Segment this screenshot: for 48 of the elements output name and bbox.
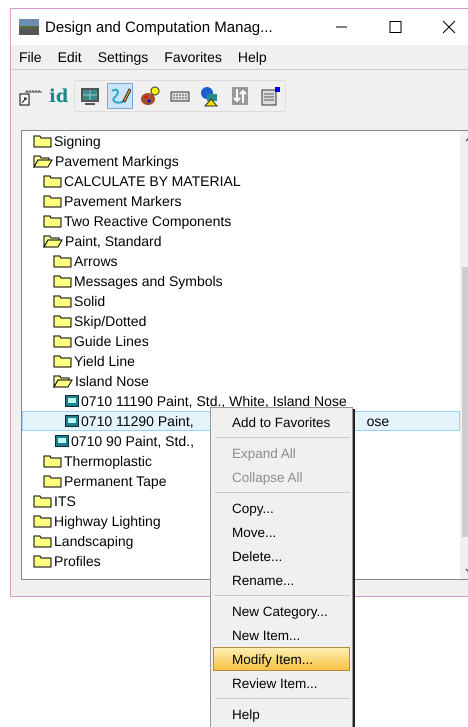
context-menu-item[interactable]: Rename... bbox=[213, 568, 350, 592]
context-menu-item[interactable]: Add to Favorites bbox=[213, 410, 350, 434]
context-menu-item[interactable]: Help bbox=[213, 702, 350, 726]
context-menu-item[interactable]: Copy... bbox=[213, 496, 350, 520]
tree-item[interactable]: Solid bbox=[74, 293, 106, 309]
clipboard-icon bbox=[259, 85, 282, 107]
tree-item[interactable]: Island Nose bbox=[75, 373, 149, 389]
tree-item[interactable]: Signing bbox=[54, 133, 101, 149]
monitor-icon bbox=[79, 85, 102, 107]
tree-item-label-fragment: ose bbox=[366, 413, 390, 429]
menu-item[interactable]: File bbox=[19, 49, 42, 65]
tree-item[interactable]: Permanent Tape bbox=[64, 473, 166, 489]
context-menu-item[interactable]: Review Item... bbox=[213, 671, 350, 695]
tree-item[interactable]: Two Reactive Components bbox=[64, 213, 232, 229]
item-icon bbox=[65, 395, 79, 407]
menu-item[interactable]: Edit bbox=[58, 49, 82, 65]
palette-icon bbox=[139, 85, 162, 107]
menu-item[interactable]: Settings bbox=[98, 49, 148, 65]
context-menu-item[interactable]: Delete... bbox=[213, 544, 350, 568]
tree-item[interactable]: 0710 90 Paint, Std., bbox=[71, 433, 194, 449]
tree-item[interactable]: Highway Lighting bbox=[54, 513, 161, 529]
tree-item[interactable]: Thermoplastic bbox=[64, 453, 152, 469]
toolbar-button[interactable] bbox=[107, 83, 134, 109]
tree-item[interactable]: Pavement Markings bbox=[55, 153, 179, 169]
tree-item[interactable]: Arrows bbox=[74, 253, 118, 269]
tree-item[interactable]: Yield Line bbox=[74, 353, 135, 369]
tree-item[interactable]: ITS bbox=[54, 493, 76, 509]
menu-item[interactable]: Favorites bbox=[164, 49, 222, 65]
window-title: Design and Computation Manag... bbox=[45, 18, 274, 36]
tree-item[interactable]: Messages and Symbols bbox=[74, 273, 223, 289]
item-icon bbox=[65, 415, 79, 427]
tree-item[interactable]: CALCULATE BY MATERIAL bbox=[64, 173, 241, 189]
id-label[interactable]: id bbox=[49, 86, 68, 106]
tree-item[interactable]: Landscaping bbox=[54, 533, 134, 549]
context-menu-item[interactable]: New Item... bbox=[213, 623, 350, 647]
context-menu-item[interactable]: New Category... bbox=[213, 599, 350, 623]
tree-item[interactable]: Pavement Markers bbox=[64, 193, 182, 209]
tree-item[interactable]: Guide Lines bbox=[74, 333, 149, 349]
menu-item[interactable]: Help bbox=[238, 49, 267, 65]
app-icon bbox=[19, 19, 39, 35]
context-menu-item[interactable]: Modify Item... bbox=[213, 647, 350, 671]
tree-item[interactable]: Profiles bbox=[54, 553, 101, 569]
tree-item[interactable]: 0710 11190 Paint, Std., White, Island Nose bbox=[81, 393, 347, 409]
tree-item[interactable]: 0710 11290 Paint, bbox=[81, 413, 194, 429]
tree-item[interactable]: Skip/Dotted bbox=[74, 313, 146, 329]
context-menu-item[interactable]: Move... bbox=[213, 520, 350, 544]
tree-item[interactable]: Paint, Standard bbox=[65, 233, 162, 249]
item-icon bbox=[55, 435, 69, 447]
